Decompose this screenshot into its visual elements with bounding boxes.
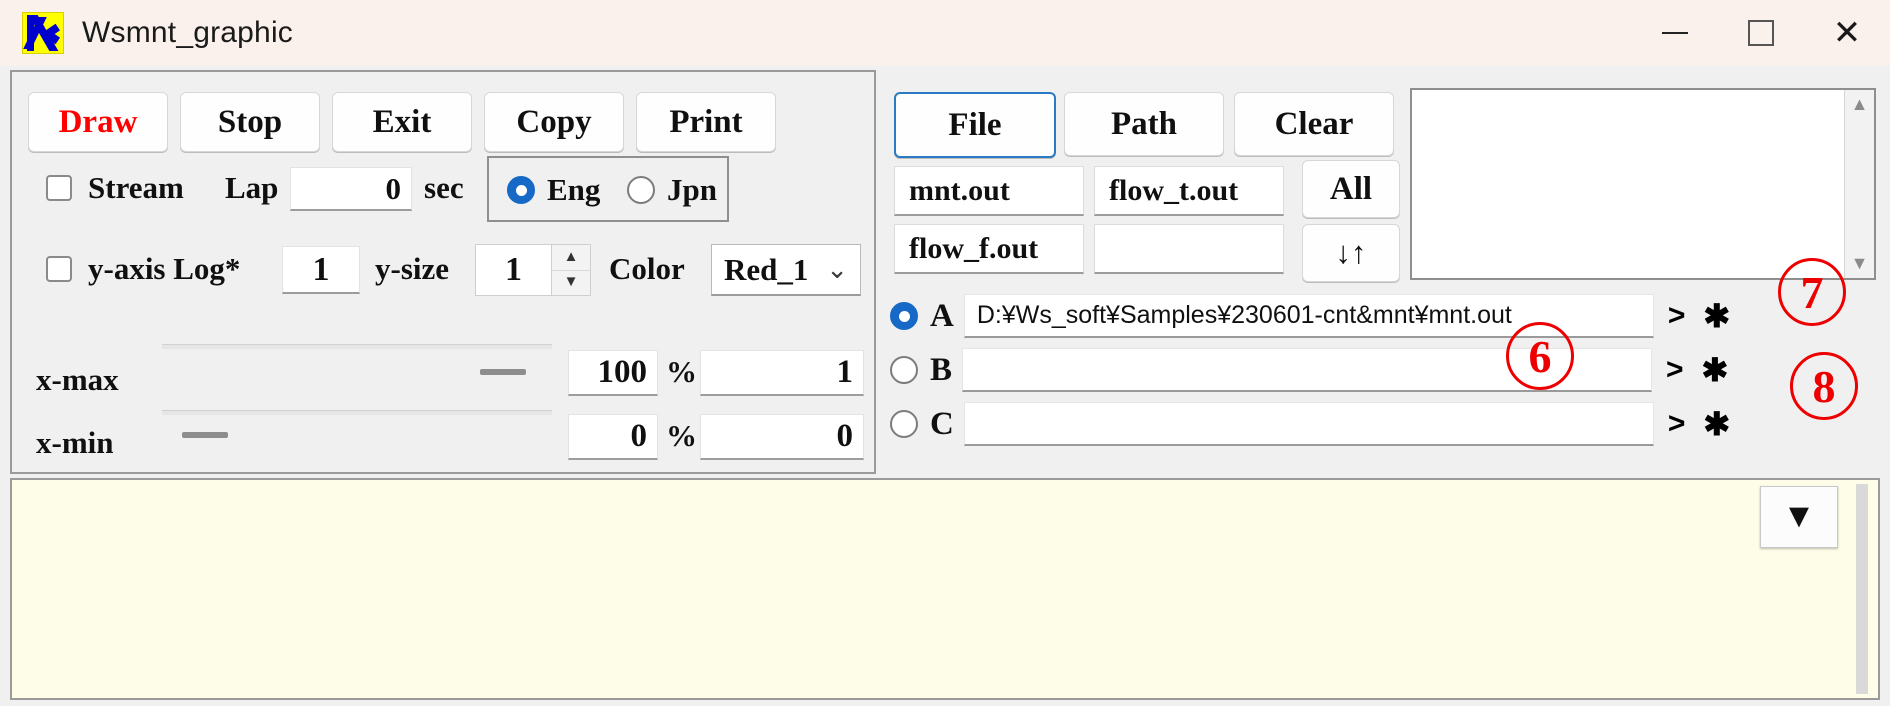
- window-title: Wsmnt_graphic: [82, 16, 294, 49]
- stream-checkbox[interactable]: [46, 175, 72, 201]
- xmax-value-input[interactable]: 1: [700, 350, 864, 396]
- color-select-value: Red_1: [724, 251, 809, 287]
- chevron-down-icon: ⌄: [826, 254, 848, 284]
- file-entry-mnt-out[interactable]: mnt.out: [894, 166, 1084, 216]
- draw-button[interactable]: Draw: [28, 92, 168, 152]
- yaxis-log-input[interactable]: 1: [282, 246, 360, 294]
- close-icon: ✕: [1832, 14, 1862, 52]
- path-browse-b[interactable]: >: [1666, 353, 1684, 387]
- path-radio-c[interactable]: [890, 410, 918, 438]
- ysize-value: 1: [505, 251, 522, 288]
- maximize-button[interactable]: [1718, 0, 1804, 66]
- clear-button[interactable]: Clear: [1234, 92, 1394, 156]
- path-star-b[interactable]: ✱: [1702, 351, 1729, 389]
- color-select[interactable]: Red_1 ⌄: [711, 244, 861, 296]
- xmax-percent-input[interactable]: 100: [568, 350, 658, 396]
- stream-label: Stream: [88, 170, 184, 205]
- annotation-6: 6: [1506, 322, 1574, 390]
- main-content: Draw Stop Exit Copy Print Stream Lap 0 s…: [0, 66, 1890, 706]
- label-eng: Eng: [547, 172, 601, 207]
- spinner-down-icon[interactable]: ▼: [552, 271, 590, 296]
- wsmnt-logo-icon: [22, 12, 64, 54]
- xmax-slider-track[interactable]: [162, 344, 552, 349]
- path-row-a: A D:¥Ws_soft¥Samples¥230601-cnt&mnt¥mnt.…: [890, 294, 1730, 338]
- stop-button[interactable]: Stop: [180, 92, 320, 152]
- path-tab-button[interactable]: Path: [1064, 92, 1224, 156]
- spinner-up-icon[interactable]: ▲: [552, 245, 590, 271]
- all-button[interactable]: All: [1302, 160, 1400, 218]
- xmin-label: x-min: [36, 425, 114, 460]
- annotation-8: 8: [1790, 352, 1858, 420]
- radio-jpn[interactable]: [627, 176, 655, 204]
- xmin-slider-thumb[interactable]: [182, 432, 228, 438]
- copy-button[interactable]: Copy: [484, 92, 624, 152]
- language-groupbox: Eng Jpn: [487, 156, 729, 222]
- xmin-value-input[interactable]: 0: [700, 414, 864, 460]
- radio-eng[interactable]: [507, 176, 535, 204]
- files-panel: File Path Clear mnt.out flow_t.out flow_…: [884, 70, 1880, 470]
- lap-label: Lap: [225, 170, 279, 205]
- exit-button[interactable]: Exit: [332, 92, 472, 152]
- annotation-7: 7: [1778, 258, 1846, 326]
- sec-label: sec: [424, 170, 464, 205]
- path-row-b: B > ✱: [890, 348, 1728, 392]
- path-input-c[interactable]: [963, 402, 1654, 446]
- xmax-percent-unit: %: [666, 354, 697, 389]
- window-controls: ✕: [1632, 0, 1890, 66]
- file-listbox[interactable]: ▲ ▼: [1410, 88, 1876, 280]
- ysize-spinner-arrows[interactable]: ▲ ▼: [551, 245, 590, 295]
- ysize-spinner[interactable]: 1 ▲ ▼: [475, 244, 591, 296]
- app-window: Wsmnt_graphic ✕ Draw Stop Exit Copy Prin…: [0, 0, 1890, 706]
- scroll-down-icon[interactable]: ▼: [1851, 253, 1869, 274]
- path-star-a[interactable]: ✱: [1703, 297, 1730, 335]
- sort-toggle-button[interactable]: ↓↑: [1302, 224, 1400, 282]
- plot-scrollbar[interactable]: [1856, 484, 1868, 694]
- path-key-c: C: [930, 405, 954, 442]
- listbox-scrollbar[interactable]: ▲ ▼: [1844, 90, 1874, 278]
- controls-panel: Draw Stop Exit Copy Print Stream Lap 0 s…: [10, 70, 876, 474]
- title-bar: Wsmnt_graphic ✕: [0, 0, 1890, 66]
- path-browse-c[interactable]: >: [1668, 407, 1686, 441]
- maximize-icon: [1748, 20, 1774, 46]
- label-jpn: Jpn: [667, 172, 717, 207]
- minimize-button[interactable]: [1632, 0, 1718, 66]
- path-row-c: C > ✱: [890, 402, 1730, 446]
- plot-canvas[interactable]: [10, 478, 1880, 700]
- file-entry-flow-f-out[interactable]: flow_f.out: [894, 224, 1084, 274]
- path-radio-a[interactable]: [890, 302, 918, 330]
- lap-input[interactable]: 0: [290, 167, 412, 211]
- path-browse-a[interactable]: >: [1668, 299, 1686, 333]
- path-radio-b[interactable]: [890, 356, 918, 384]
- close-button[interactable]: ✕: [1804, 0, 1890, 66]
- path-key-b: B: [930, 351, 953, 388]
- triangle-down-icon: ▼: [1782, 498, 1816, 535]
- print-button[interactable]: Print: [636, 92, 776, 152]
- file-tab-button[interactable]: File: [894, 92, 1056, 158]
- xmin-percent-unit: %: [666, 418, 697, 453]
- file-entry-empty[interactable]: [1094, 224, 1284, 274]
- xmax-label: x-max: [36, 362, 119, 397]
- path-star-c[interactable]: ✱: [1703, 405, 1730, 443]
- xmin-percent-input[interactable]: 0: [568, 414, 658, 460]
- yaxis-log-checkbox[interactable]: [46, 256, 72, 282]
- path-key-a: A: [930, 297, 954, 334]
- xmin-slider-track[interactable]: [162, 410, 552, 415]
- ysize-label: y-size: [375, 251, 450, 286]
- yaxis-log-label: y-axis Log*: [88, 251, 241, 286]
- scroll-up-icon[interactable]: ▲: [1851, 94, 1869, 115]
- minimize-icon: [1662, 32, 1688, 34]
- plot-dropdown-button[interactable]: ▼: [1760, 486, 1838, 548]
- xmax-slider-thumb[interactable]: [480, 369, 526, 375]
- color-label: Color: [609, 251, 685, 286]
- file-entry-flow-t-out[interactable]: flow_t.out: [1094, 166, 1284, 216]
